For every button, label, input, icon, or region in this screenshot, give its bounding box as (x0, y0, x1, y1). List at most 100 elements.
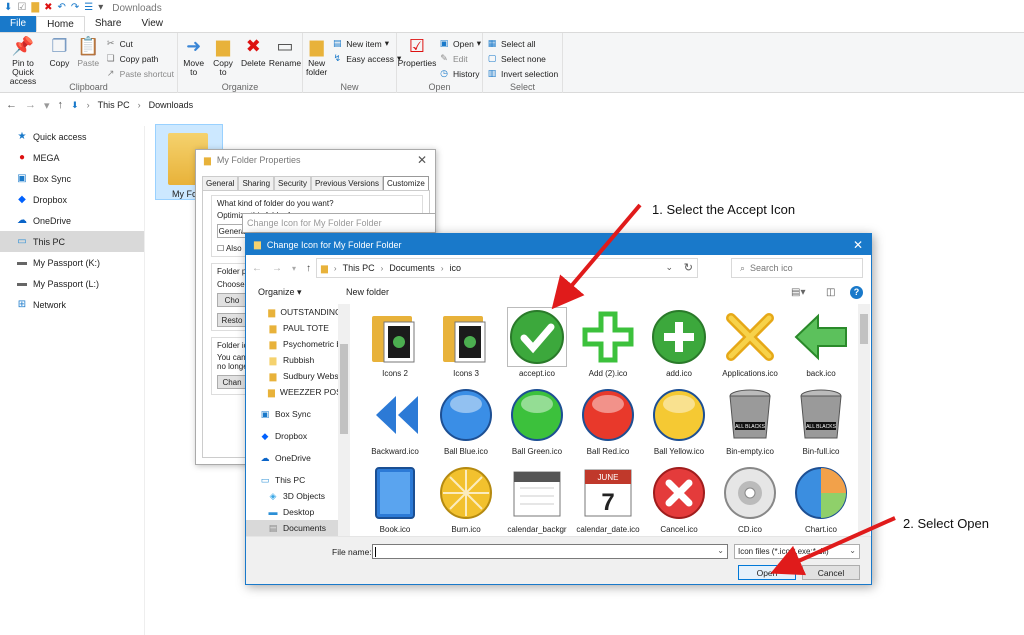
recent-chevron-icon[interactable]: ▾ (44, 99, 50, 112)
icon-file-item[interactable]: Chart.ico (786, 462, 856, 538)
new-folder-button[interactable]: New folder (346, 287, 389, 297)
file-name-input[interactable]: ⌄ (372, 544, 728, 559)
also-apply-checkbox[interactable]: ☐ Also (217, 244, 242, 253)
open-button[interactable]: Open (738, 565, 796, 580)
breadcrumb-downloads[interactable]: Downloads (149, 100, 194, 110)
edit-button[interactable]: ✎ Edit (438, 52, 481, 65)
icon-file-item[interactable]: Ball Blue.ico (431, 384, 501, 460)
icon-file-item[interactable]: accept.ico (502, 306, 572, 382)
breadcrumb-this-pc[interactable]: This PC (98, 100, 130, 110)
tab-security[interactable]: Security (274, 176, 311, 190)
view-options-icon[interactable]: ▤▾ (791, 287, 805, 298)
tree-item[interactable]: ▆ WEEZZER POSTS (246, 384, 349, 400)
customize-qat-icon[interactable]: ▾ (98, 2, 103, 14)
redo-icon[interactable]: ↷ (71, 2, 79, 14)
choose-file-button[interactable]: Cho (217, 293, 247, 307)
chevron-down-icon[interactable]: ⌄ (717, 546, 724, 555)
tab-file[interactable]: File (0, 16, 37, 32)
forward-arrow-icon[interactable]: → (272, 263, 282, 274)
nav-item-box-sync[interactable]: ▣ Box Sync (0, 168, 144, 189)
tree-item[interactable]: ▆ PAUL TOTE (246, 320, 349, 336)
icon-file-item[interactable]: Icons 3 (431, 306, 501, 382)
help-icon[interactable]: ? (850, 285, 863, 299)
icon-file-item[interactable]: Backward.ico (360, 384, 430, 460)
tree-item[interactable]: ▆ Psychometric b (246, 336, 349, 352)
undo-icon[interactable]: ↶ (57, 2, 65, 14)
tab-share[interactable]: Share (85, 16, 132, 32)
copy-path-button[interactable]: ❏ Copy path (105, 52, 174, 65)
nav-item-network[interactable]: ⊞ Network (0, 294, 144, 315)
tree-item-documents[interactable]: ▤ Documents (246, 520, 349, 536)
nav-item-mega[interactable]: ● MEGA (0, 147, 144, 168)
nav-item-dropbox[interactable]: ◆ Dropbox (0, 189, 144, 210)
icon-file-item[interactable]: Burn.ico (431, 462, 501, 538)
icon-file-item[interactable]: Ball Green.ico (502, 384, 572, 460)
icon-file-item[interactable]: JUNE 7 calendar_date.ico (573, 462, 643, 538)
nav-item-my-passport-k[interactable]: ▬ My Passport (K:) (0, 252, 144, 273)
tab-general[interactable]: General (202, 176, 239, 190)
tab-home[interactable]: Home (36, 16, 85, 32)
close-icon[interactable]: ✕ (417, 153, 427, 167)
icon-file-item[interactable]: Book.ico (360, 462, 430, 538)
back-arrow-icon[interactable]: ← (252, 263, 262, 274)
icon-file-item[interactable]: add.ico (644, 306, 714, 382)
tree-item-this-pc[interactable]: ▭ This PC (246, 472, 349, 488)
preview-pane-icon[interactable]: ◫ (826, 287, 835, 298)
breadcrumb-this-pc[interactable]: This PC (343, 263, 375, 273)
up-arrow-icon[interactable]: ↑ (58, 99, 64, 111)
search-box[interactable]: ⌕ Search ico (731, 258, 863, 278)
file-type-select[interactable]: Icon files (*.ico;*.exe;*.dll) ⌄ (734, 544, 860, 559)
nav-item-this-pc[interactable]: ▭ This PC (0, 231, 144, 252)
folder-icon[interactable]: ▇ (31, 2, 39, 14)
history-button[interactable]: ◷ History (438, 67, 481, 80)
tree-item-desktop[interactable]: ▬ Desktop (246, 504, 349, 520)
paste-shortcut-button[interactable]: ↗ Paste shortcut (105, 67, 174, 80)
restore-default-button[interactable]: Resto (217, 313, 247, 327)
tree-item[interactable]: ▆ Rubbish (246, 352, 349, 368)
icon-file-item[interactable]: Ball Red.ico (573, 384, 643, 460)
recent-chevron-icon[interactable]: ▾ (292, 264, 296, 273)
properties-check-icon[interactable]: ☑ (17, 2, 26, 14)
icon-file-item[interactable]: ALL BLACKS Bin-full.ico (786, 384, 856, 460)
refresh-icon[interactable]: ↻ (684, 261, 693, 274)
select-all-button[interactable]: ▦ Select all (486, 37, 558, 50)
dialog-address-bar[interactable]: ▆ › This PC › Documents › ico ⌄ ↻ (316, 258, 698, 278)
rename-icon[interactable]: ☰ (84, 2, 93, 14)
tree-item-dropbox[interactable]: ◆ Dropbox (246, 428, 349, 444)
tab-previous-versions[interactable]: Previous Versions (310, 176, 383, 190)
invert-selection-button[interactable]: ▥ Invert selection (486, 67, 558, 80)
open-button[interactable]: ▣ Open ▾ (438, 37, 481, 50)
grid-scrollbar[interactable] (858, 304, 870, 536)
icon-file-item[interactable]: Applications.ico (715, 306, 785, 382)
icon-file-item[interactable]: Cancel.ico (644, 462, 714, 538)
nav-item-my-passport-l[interactable]: ▬ My Passport (L:) (0, 273, 144, 294)
tree-item-box-sync[interactable]: ▣ Box Sync (246, 406, 349, 422)
chevron-down-icon[interactable]: ⌄ (665, 262, 673, 273)
delete-x-icon[interactable]: ✖ (44, 2, 52, 14)
back-arrow-icon[interactable]: ← (6, 99, 17, 111)
tab-sharing[interactable]: Sharing (238, 176, 275, 190)
icon-file-item[interactable]: ALL BLACKS Bin-empty.ico (715, 384, 785, 460)
tree-item-onedrive[interactable]: ☁ OneDrive (246, 450, 349, 466)
up-arrow-icon[interactable]: ↑ (306, 263, 311, 274)
nav-item-onedrive[interactable]: ☁ OneDrive (0, 210, 144, 231)
new-item-button[interactable]: ▤ New item ▾ (331, 37, 401, 50)
icon-file-item[interactable]: calendar_backgr (502, 462, 572, 538)
select-none-button[interactable]: ▢ Select none (486, 52, 558, 65)
tree-item[interactable]: ▆ OUTSTANDING T (246, 304, 349, 320)
cut-button[interactable]: ✂ Cut (105, 37, 174, 50)
organize-button[interactable]: Organize ▾ (258, 287, 302, 298)
icon-file-item[interactable]: Ball Yellow.ico (644, 384, 714, 460)
easy-access-button[interactable]: ↯ Easy access ▾ (331, 52, 401, 65)
tree-scrollbar[interactable] (338, 304, 350, 536)
icon-file-item[interactable]: Icons 2 (360, 306, 430, 382)
icon-file-item[interactable]: Add (2).ico (573, 306, 643, 382)
close-icon[interactable]: ✕ (853, 238, 863, 252)
forward-arrow-icon[interactable]: → (25, 99, 36, 111)
cancel-button[interactable]: Cancel (802, 565, 860, 580)
scrollbar-thumb[interactable] (340, 344, 348, 434)
tab-view[interactable]: View (132, 16, 174, 32)
tree-item[interactable]: ▆ Sudbury Website (246, 368, 349, 384)
change-icon-button[interactable]: Chan (217, 375, 247, 389)
tab-customize[interactable]: Customize (382, 176, 429, 190)
